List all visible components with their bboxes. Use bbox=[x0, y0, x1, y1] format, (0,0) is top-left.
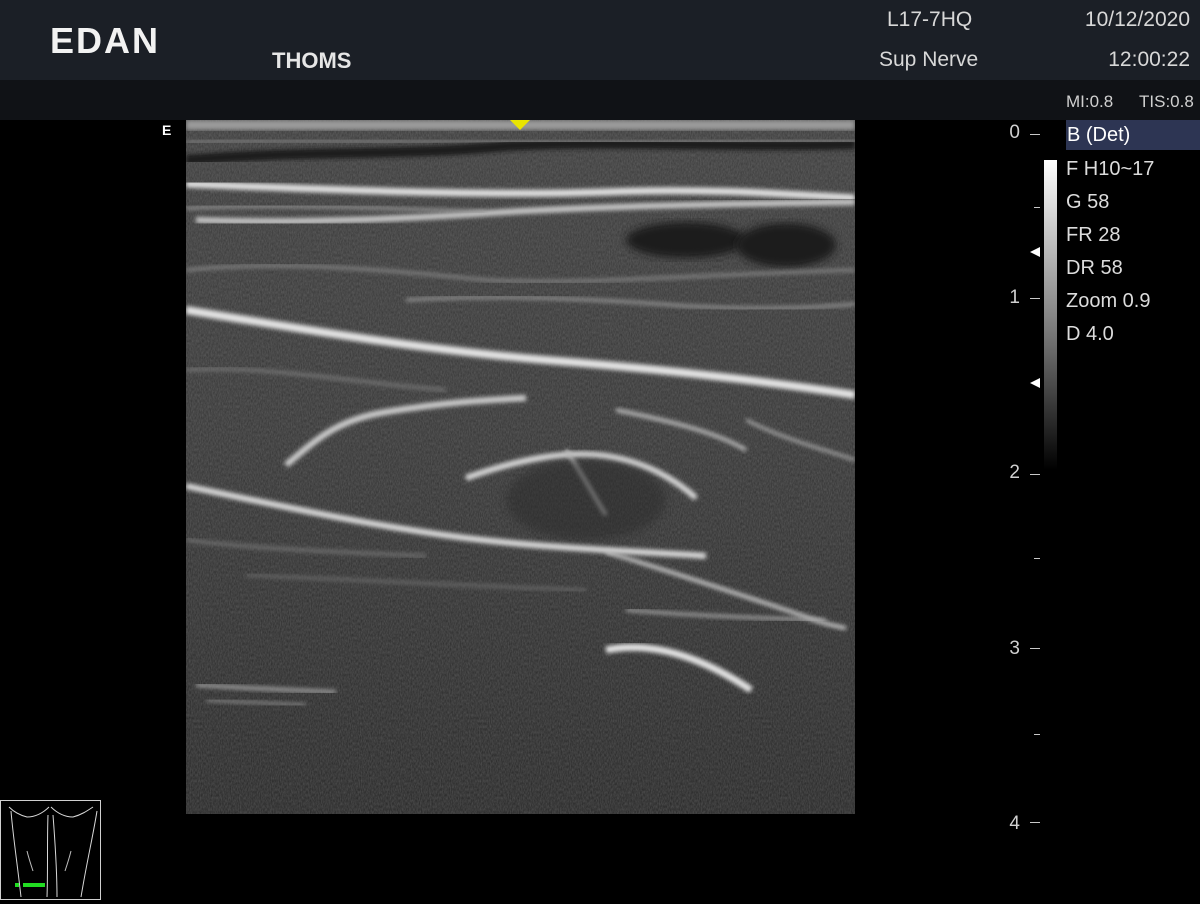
depth-label-1: 1 bbox=[1009, 287, 1020, 308]
depth-tick bbox=[1030, 298, 1040, 299]
depth-label-2: 2 bbox=[1009, 462, 1020, 483]
depth-tick bbox=[1030, 474, 1040, 475]
imaging-parameters-panel: B (Det) F H10~17 G 58 FR 28 DR 58 Zoom 0… bbox=[1066, 120, 1200, 351]
exam-time: 12:00:22 bbox=[1108, 48, 1190, 71]
focus-position-icon bbox=[510, 120, 530, 130]
depth-tick-minor bbox=[1034, 734, 1040, 735]
focus-marker-icon bbox=[1030, 378, 1040, 388]
gray-scale-bar bbox=[1044, 160, 1057, 470]
edan-logo: EDAN bbox=[50, 20, 161, 61]
probe-position-icon bbox=[23, 883, 45, 887]
hospital-name: THOMS bbox=[272, 48, 352, 73]
body-mark-legs-icon bbox=[8, 806, 98, 898]
depth-label-4: 4 bbox=[1009, 813, 1020, 834]
probe-model: L17-7HQ bbox=[887, 8, 973, 31]
ultrasound-image[interactable] bbox=[186, 120, 855, 814]
param-depth: D 4.0 bbox=[1066, 323, 1114, 345]
depth-label-3: 3 bbox=[1009, 638, 1020, 659]
acoustic-output-bar bbox=[0, 80, 1200, 120]
depth-tick-minor bbox=[1034, 207, 1040, 208]
param-frame-rate: FR 28 bbox=[1066, 224, 1121, 246]
top-bar: EDAN THOMS L17-7HQ Sup Nerve 10/12/2020 … bbox=[0, 0, 1200, 80]
thermal-index: TIS:0.8 bbox=[1139, 92, 1194, 111]
depth-tick bbox=[1030, 822, 1040, 823]
probe-orientation-dot bbox=[15, 883, 19, 887]
depth-tick bbox=[1030, 134, 1040, 135]
body-mark-icon[interactable] bbox=[0, 800, 101, 900]
depth-tick-minor bbox=[1034, 558, 1040, 559]
depth-label-0: 0 bbox=[1009, 122, 1020, 143]
exam-preset: Sup Nerve bbox=[879, 48, 979, 71]
imaging-mode[interactable]: B (Det) bbox=[1066, 120, 1200, 150]
focus-marker-icon bbox=[1030, 247, 1040, 257]
depth-tick bbox=[1030, 648, 1040, 649]
param-frequency: F H10~17 bbox=[1066, 158, 1155, 180]
param-gain: G 58 bbox=[1066, 191, 1110, 213]
mechanical-index: MI:0.8 bbox=[1066, 92, 1114, 111]
exam-date: 10/12/2020 bbox=[1084, 8, 1190, 31]
orientation-mark: E bbox=[162, 122, 172, 138]
param-dynamic-range: DR 58 bbox=[1066, 257, 1123, 279]
param-zoom: Zoom 0.9 bbox=[1066, 290, 1151, 312]
